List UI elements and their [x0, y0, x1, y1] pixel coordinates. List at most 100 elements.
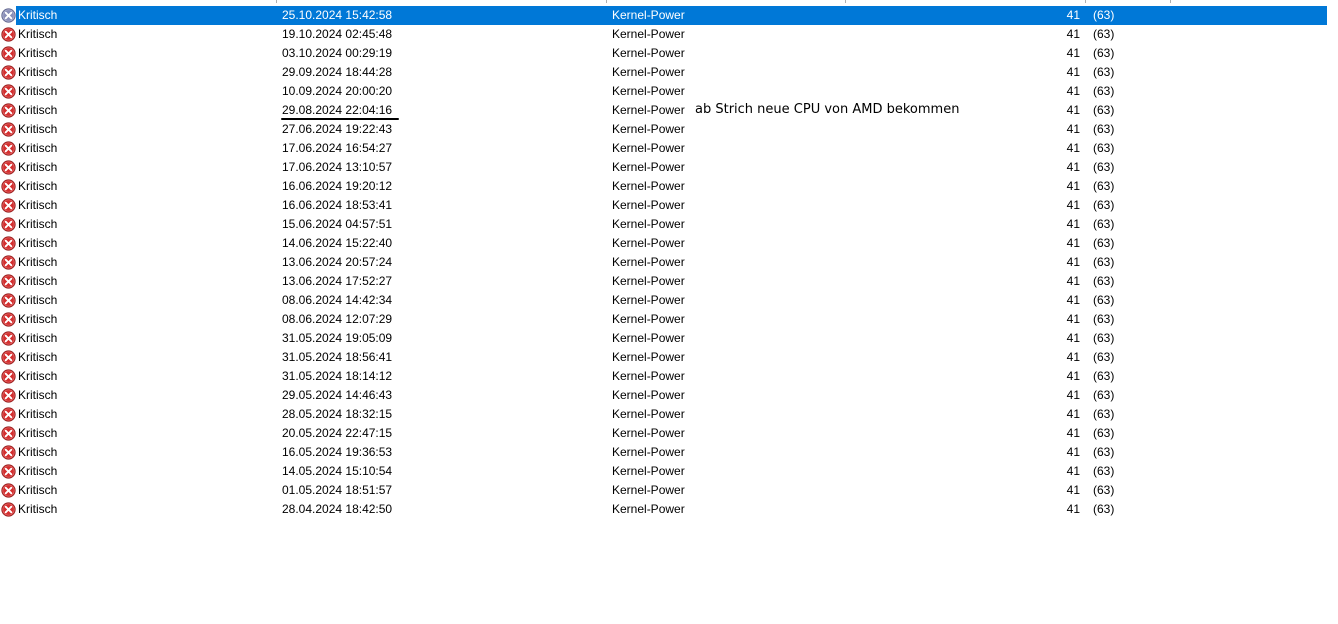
critical-error-icon: [1, 331, 16, 346]
event-row[interactable]: Kritisch 31.05.2024 18:14:12 Kernel-Powe…: [0, 367, 1338, 386]
event-datetime: 16.05.2024 19:36:53: [282, 445, 393, 459]
event-task-category: (63): [1093, 179, 1115, 193]
event-source: Kernel-Power: [612, 388, 685, 402]
event-id: 41: [1066, 141, 1080, 155]
event-task-category: (63): [1093, 198, 1115, 212]
event-level: Kritisch: [18, 312, 58, 326]
event-level: Kritisch: [18, 84, 58, 98]
event-level: Kritisch: [18, 27, 58, 41]
event-task-category: (63): [1093, 445, 1115, 459]
critical-error-icon: [1, 274, 16, 289]
event-level: Kritisch: [18, 350, 58, 364]
event-datetime: 29.05.2024 14:46:43: [282, 388, 393, 402]
event-source: Kernel-Power: [612, 255, 685, 269]
event-task-category: (63): [1093, 464, 1115, 478]
event-source: Kernel-Power: [612, 179, 685, 193]
event-level: Kritisch: [18, 236, 58, 250]
event-row[interactable]: Kritisch 14.05.2024 15:10:54 Kernel-Powe…: [0, 462, 1338, 481]
event-datetime: 28.05.2024 18:32:15: [282, 407, 393, 421]
critical-error-icon: [1, 502, 16, 517]
event-row[interactable]: Kritisch 28.05.2024 18:32:15 Kernel-Powe…: [0, 405, 1338, 424]
event-list: Kritisch 25.10.2024 15:42:58 Kernel-Powe…: [0, 6, 1338, 519]
event-row[interactable]: Kritisch 31.05.2024 19:05:09 Kernel-Powe…: [0, 329, 1338, 348]
event-row[interactable]: Kritisch 20.05.2024 22:47:15 Kernel-Powe…: [0, 424, 1338, 443]
event-row[interactable]: Kritisch 13.06.2024 17:52:27 Kernel-Powe…: [0, 272, 1338, 291]
event-row[interactable]: Kritisch 08.06.2024 12:07:29 Kernel-Powe…: [0, 310, 1338, 329]
event-task-category: (63): [1093, 407, 1115, 421]
event-datetime: 20.05.2024 22:47:15: [282, 426, 393, 440]
event-row[interactable]: Kritisch 25.10.2024 15:42:58 Kernel-Powe…: [0, 6, 1338, 25]
event-id: 41: [1066, 502, 1080, 516]
event-level: Kritisch: [18, 179, 58, 193]
event-datetime: 31.05.2024 18:14:12: [282, 369, 393, 383]
event-source: Kernel-Power: [612, 84, 685, 98]
event-row[interactable]: Kritisch 29.09.2024 18:44:28 Kernel-Powe…: [0, 63, 1338, 82]
critical-error-icon: [1, 198, 16, 213]
event-row[interactable]: Kritisch 08.06.2024 14:42:34 Kernel-Powe…: [0, 291, 1338, 310]
event-id: 41: [1066, 46, 1080, 60]
event-row[interactable]: Kritisch 16.06.2024 19:20:12 Kernel-Powe…: [0, 177, 1338, 196]
critical-error-icon: [1, 8, 16, 23]
critical-error-icon: [1, 426, 16, 441]
critical-error-icon: [1, 27, 16, 42]
event-id: 41: [1066, 274, 1080, 288]
event-source: Kernel-Power: [612, 46, 685, 60]
event-id: 41: [1066, 217, 1080, 231]
event-id: 41: [1066, 27, 1080, 41]
event-task-category: (63): [1093, 217, 1115, 231]
event-id: 41: [1066, 255, 1080, 269]
column-separator[interactable]: [606, 0, 607, 3]
event-row[interactable]: Kritisch 01.05.2024 18:51:57 Kernel-Powe…: [0, 481, 1338, 500]
event-id: 41: [1066, 312, 1080, 326]
critical-error-icon: [1, 464, 16, 479]
event-datetime: 03.10.2024 00:29:19: [282, 46, 393, 60]
event-source: Kernel-Power: [612, 445, 685, 459]
event-level: Kritisch: [18, 445, 58, 459]
event-id: 41: [1066, 84, 1080, 98]
event-row[interactable]: Kritisch 15.06.2024 04:57:51 Kernel-Powe…: [0, 215, 1338, 234]
column-separator[interactable]: [1085, 0, 1086, 3]
event-row[interactable]: Kritisch 19.10.2024 02:45:48 Kernel-Powe…: [0, 25, 1338, 44]
event-row[interactable]: Kritisch 03.10.2024 00:29:19 Kernel-Powe…: [0, 44, 1338, 63]
event-id: 41: [1066, 407, 1080, 421]
critical-error-icon: [1, 293, 16, 308]
event-id: 41: [1066, 198, 1080, 212]
column-separator[interactable]: [276, 0, 277, 3]
event-datetime: 31.05.2024 18:56:41: [282, 350, 393, 364]
event-id: 41: [1066, 350, 1080, 364]
event-source: Kernel-Power: [612, 426, 685, 440]
event-row[interactable]: Kritisch 27.06.2024 19:22:43 Kernel-Powe…: [0, 120, 1338, 139]
event-row[interactable]: Kritisch 16.06.2024 18:53:41 Kernel-Powe…: [0, 196, 1338, 215]
event-row[interactable]: Kritisch 17.06.2024 16:54:27 Kernel-Powe…: [0, 139, 1338, 158]
event-source: Kernel-Power: [612, 27, 685, 41]
column-separator[interactable]: [1170, 0, 1171, 3]
event-row[interactable]: Kritisch 28.04.2024 18:42:50 Kernel-Powe…: [0, 500, 1338, 519]
event-row[interactable]: Kritisch 13.06.2024 20:57:24 Kernel-Powe…: [0, 253, 1338, 272]
event-source: Kernel-Power: [612, 122, 685, 136]
event-source: Kernel-Power: [612, 483, 685, 497]
critical-error-icon: [1, 65, 16, 80]
event-datetime: 17.06.2024 13:10:57: [282, 160, 393, 174]
event-id: 41: [1066, 445, 1080, 459]
column-separator[interactable]: [845, 0, 846, 3]
event-row[interactable]: Kritisch 10.09.2024 20:00:20 Kernel-Powe…: [0, 82, 1338, 101]
event-level: Kritisch: [18, 8, 58, 22]
event-task-category: (63): [1093, 331, 1115, 345]
event-task-category: (63): [1093, 426, 1115, 440]
event-task-category: (63): [1093, 255, 1115, 269]
event-task-category: (63): [1093, 46, 1115, 60]
event-level: Kritisch: [18, 122, 58, 136]
event-row[interactable]: Kritisch 17.06.2024 13:10:57 Kernel-Powe…: [0, 158, 1338, 177]
event-row[interactable]: Kritisch 29.08.2024 22:04:16 Kernel-Powe…: [0, 101, 1338, 120]
event-level: Kritisch: [18, 103, 58, 117]
event-row[interactable]: Kritisch 31.05.2024 18:56:41 Kernel-Powe…: [0, 348, 1338, 367]
event-source: Kernel-Power: [612, 274, 685, 288]
event-datetime: 13.06.2024 20:57:24: [282, 255, 393, 269]
event-row[interactable]: Kritisch 29.05.2024 14:46:43 Kernel-Powe…: [0, 386, 1338, 405]
event-row[interactable]: Kritisch 14.06.2024 15:22:40 Kernel-Powe…: [0, 234, 1338, 253]
event-source: Kernel-Power: [612, 407, 685, 421]
event-task-category: (63): [1093, 312, 1115, 326]
event-source: Kernel-Power: [612, 8, 685, 22]
event-row[interactable]: Kritisch 16.05.2024 19:36:53 Kernel-Powe…: [0, 443, 1338, 462]
event-datetime: 25.10.2024 15:42:58: [282, 8, 393, 22]
